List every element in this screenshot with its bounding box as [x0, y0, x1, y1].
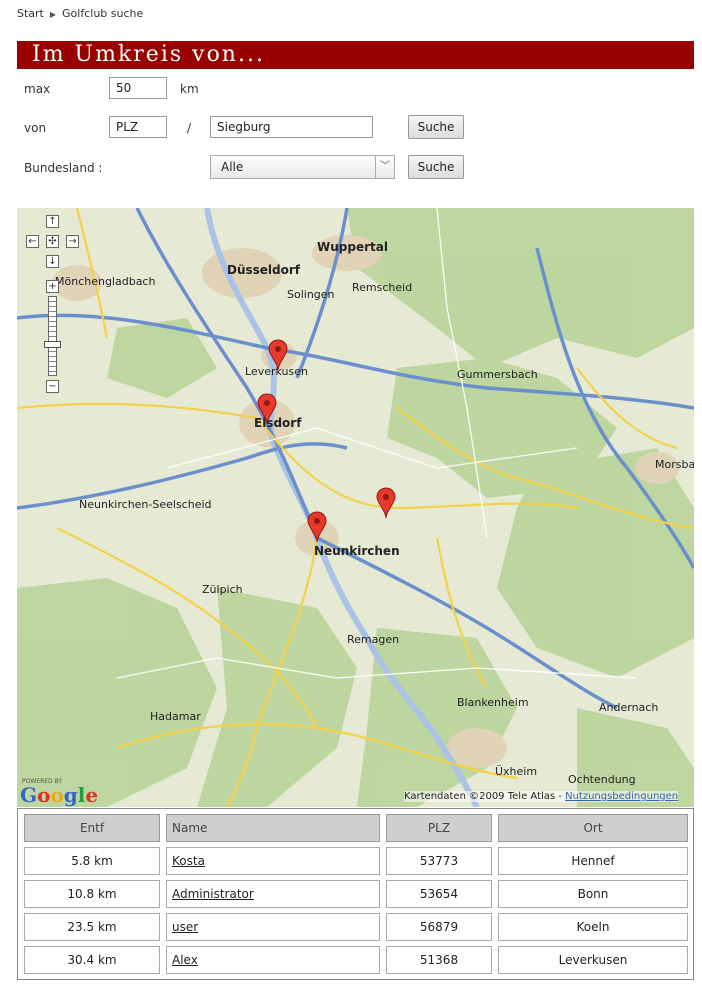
attribution-text: Kartendaten ©2009 Tele Atlas - [404, 791, 566, 802]
map-label-duesseldorf: Düsseldorf [227, 263, 301, 277]
bundesland-label: Bundesland : [24, 161, 103, 175]
cell-ort: Hennef [498, 847, 688, 875]
slash-separator: / [187, 121, 192, 135]
cell-plz: 51368 [386, 946, 492, 974]
pan-up-icon[interactable]: ↑ [46, 215, 59, 228]
map-label-koblenz: Üxheim [495, 765, 538, 778]
max-label: max [24, 82, 51, 96]
bundesland-select[interactable]: Alle ﹀ [210, 155, 395, 179]
name-link[interactable]: Kosta [172, 854, 205, 868]
breadcrumb-start-link[interactable]: Start [17, 7, 44, 20]
map-label-solingen: Solingen [287, 288, 335, 301]
search-button[interactable]: Suche [408, 115, 464, 139]
map-label-remscheid: Remscheid [352, 281, 413, 294]
pan-right-icon[interactable]: → [66, 235, 79, 248]
name-link[interactable]: Administrator [172, 887, 254, 901]
map-label-neuwied: Blankenheim [457, 696, 529, 709]
zoom-in-icon[interactable]: + [46, 280, 59, 293]
zoom-out-icon[interactable]: − [46, 380, 59, 393]
name-link[interactable]: user [172, 920, 198, 934]
max-distance-input[interactable]: 50 [109, 77, 167, 99]
pan-left-icon[interactable]: ← [26, 235, 39, 248]
pan-center-icon[interactable]: ✣ [46, 235, 59, 248]
plz-input[interactable]: PLZ [109, 116, 167, 138]
cell-name: user [166, 913, 380, 941]
google-logo: POWERED BY Google [20, 778, 98, 805]
map-label-blankenheim: Hadamar [150, 710, 201, 723]
results-table: Entf Name PLZ Ort 5.8 km Kosta 53773 Hen… [17, 808, 694, 980]
map-marker-icon[interactable] [307, 511, 327, 543]
city-input[interactable]: Siegburg [210, 116, 373, 138]
breadcrumb: Start ▶ Golfclub suche [17, 7, 143, 20]
map-label-moenchengladbach: Mönchengladbach [55, 275, 156, 288]
map-label-bonn: Neunkirchen [314, 544, 400, 558]
column-header-ort: Ort [498, 814, 688, 842]
map-label-montabaur: Andernach [599, 701, 659, 714]
cell-plz: 56879 [386, 913, 492, 941]
section-banner: Im Umkreis von... [17, 41, 694, 69]
cell-entf: 5.8 km [24, 847, 160, 875]
cell-entf: 30.4 km [24, 946, 160, 974]
map-label-remagen: Remagen [347, 633, 400, 646]
search-bundesland-button[interactable]: Suche [408, 155, 464, 179]
map-marker-icon[interactable] [257, 393, 277, 425]
cell-ort: Bonn [498, 880, 688, 908]
cell-entf: 23.5 km [24, 913, 160, 941]
column-header-plz: PLZ [386, 814, 492, 842]
banner-title: Im Umkreis von... [32, 42, 265, 67]
cell-plz: 53773 [386, 847, 492, 875]
name-link[interactable]: Alex [172, 953, 198, 967]
google-wordmark: Google [20, 783, 99, 807]
cell-ort: Koeln [498, 913, 688, 941]
pan-down-icon[interactable]: ↓ [46, 255, 59, 268]
map-attribution: Kartendaten ©2009 Tele Atlas - Nutzungsb… [404, 791, 679, 802]
map-label-siegen: Morsbach [655, 458, 694, 471]
cell-name: Kosta [166, 847, 380, 875]
zoom-slider-handle[interactable] [44, 341, 61, 348]
map-label-euskirchen: Zülpich [202, 583, 243, 596]
breadcrumb-separator-icon: ▶ [49, 10, 57, 19]
column-header-entf: Entf [24, 814, 160, 842]
map-label-bad-ems: Ochtendung [568, 773, 636, 786]
map-label-wuppertal: Wuppertal [317, 240, 388, 254]
map-marker-icon[interactable] [268, 339, 288, 371]
cell-plz: 53654 [386, 880, 492, 908]
column-header-name: Name [166, 814, 380, 842]
cell-ort: Leverkusen [498, 946, 688, 974]
map-label-gummersbach: Gummersbach [457, 368, 538, 381]
bundesland-selected-value: Alle [221, 160, 244, 174]
terms-link[interactable]: Nutzungsbedingungen [565, 791, 678, 802]
cell-name: Administrator [166, 880, 380, 908]
map-view[interactable]: Düsseldorf Wuppertal Leverkusen Elsdorf … [17, 208, 694, 807]
chevron-down-icon: ﹀ [375, 156, 394, 178]
cell-name: Alex [166, 946, 380, 974]
von-label: von [24, 121, 47, 135]
map-marker-icon[interactable] [376, 487, 396, 519]
cell-entf: 10.8 km [24, 880, 160, 908]
breadcrumb-current: Golfclub suche [62, 7, 144, 20]
km-unit-label: km [180, 82, 199, 96]
zoom-slider-track[interactable] [48, 296, 57, 376]
map-label-dueren: Neunkirchen-Seelscheid [79, 498, 212, 511]
